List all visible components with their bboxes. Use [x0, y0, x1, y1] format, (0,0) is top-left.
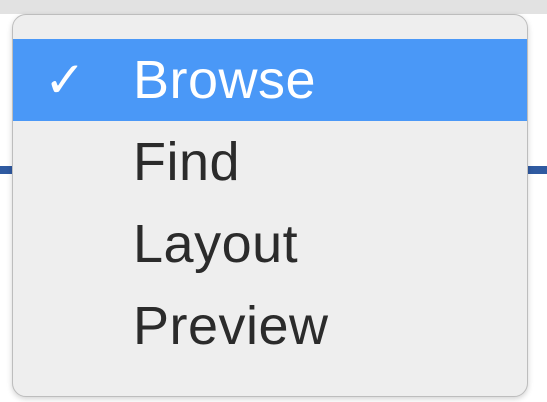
menu-item-preview[interactable]: Preview [13, 285, 527, 367]
window-background [0, 0, 547, 14]
menu-item-browse[interactable]: ✓ Browse [13, 39, 527, 121]
checkmark-icon: ✓ [44, 52, 86, 108]
mode-dropdown-menu[interactable]: ✓ Browse Find Layout Preview [12, 14, 528, 397]
menu-item-find[interactable]: Find [13, 121, 527, 203]
menu-item-label: Find [133, 132, 241, 192]
menu-item-label: Preview [133, 296, 329, 356]
menu-item-label: Layout [133, 214, 299, 274]
menu-list: ✓ Browse Find Layout Preview [13, 15, 527, 367]
menu-item-layout[interactable]: Layout [13, 203, 527, 285]
screenshot-canvas: ✓ Browse Find Layout Preview [0, 0, 547, 402]
menu-item-label: Browse [133, 50, 317, 110]
divider-line-right [527, 166, 547, 174]
